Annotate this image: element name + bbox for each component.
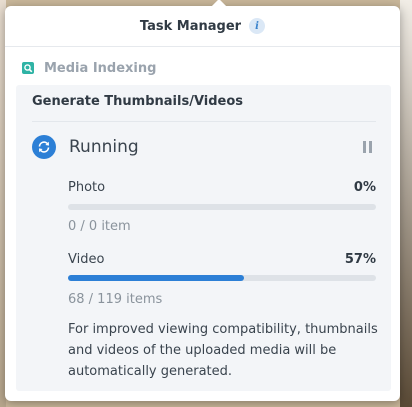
photo-label: Photo [68,180,106,195]
section-header: Media Indexing [21,59,156,77]
photo-count: 0 / 0 item [68,219,131,234]
video-progress-fill [68,275,244,281]
popover-header: Task Manager i [5,6,400,47]
photo-percent: 0% [353,180,376,195]
info-note: For improved viewing compatibility, thum… [68,322,378,379]
pause-icon[interactable] [359,138,377,156]
sync-icon [32,135,56,159]
background-right [400,0,412,407]
task-manager-popover: Task Manager i Media Indexing Generate T… [5,0,400,401]
task-card: Generate Thumbnails/Videos Running Photo… [16,85,391,391]
popover-title: Task Manager [139,18,242,34]
video-percent: 57% [344,252,376,267]
photo-progress-track [68,204,376,210]
status-label: Running [69,137,139,157]
video-progress-track [68,275,376,281]
video-label: Video [68,252,105,267]
section-title: Media Indexing [44,60,157,76]
status-row: Running [32,135,377,159]
divider [32,121,376,122]
task-title: Generate Thumbnails/Videos [32,94,244,109]
media-indexing-icon [22,62,34,74]
info-icon[interactable]: i [249,18,266,34]
video-count: 68 / 119 items [68,292,163,307]
